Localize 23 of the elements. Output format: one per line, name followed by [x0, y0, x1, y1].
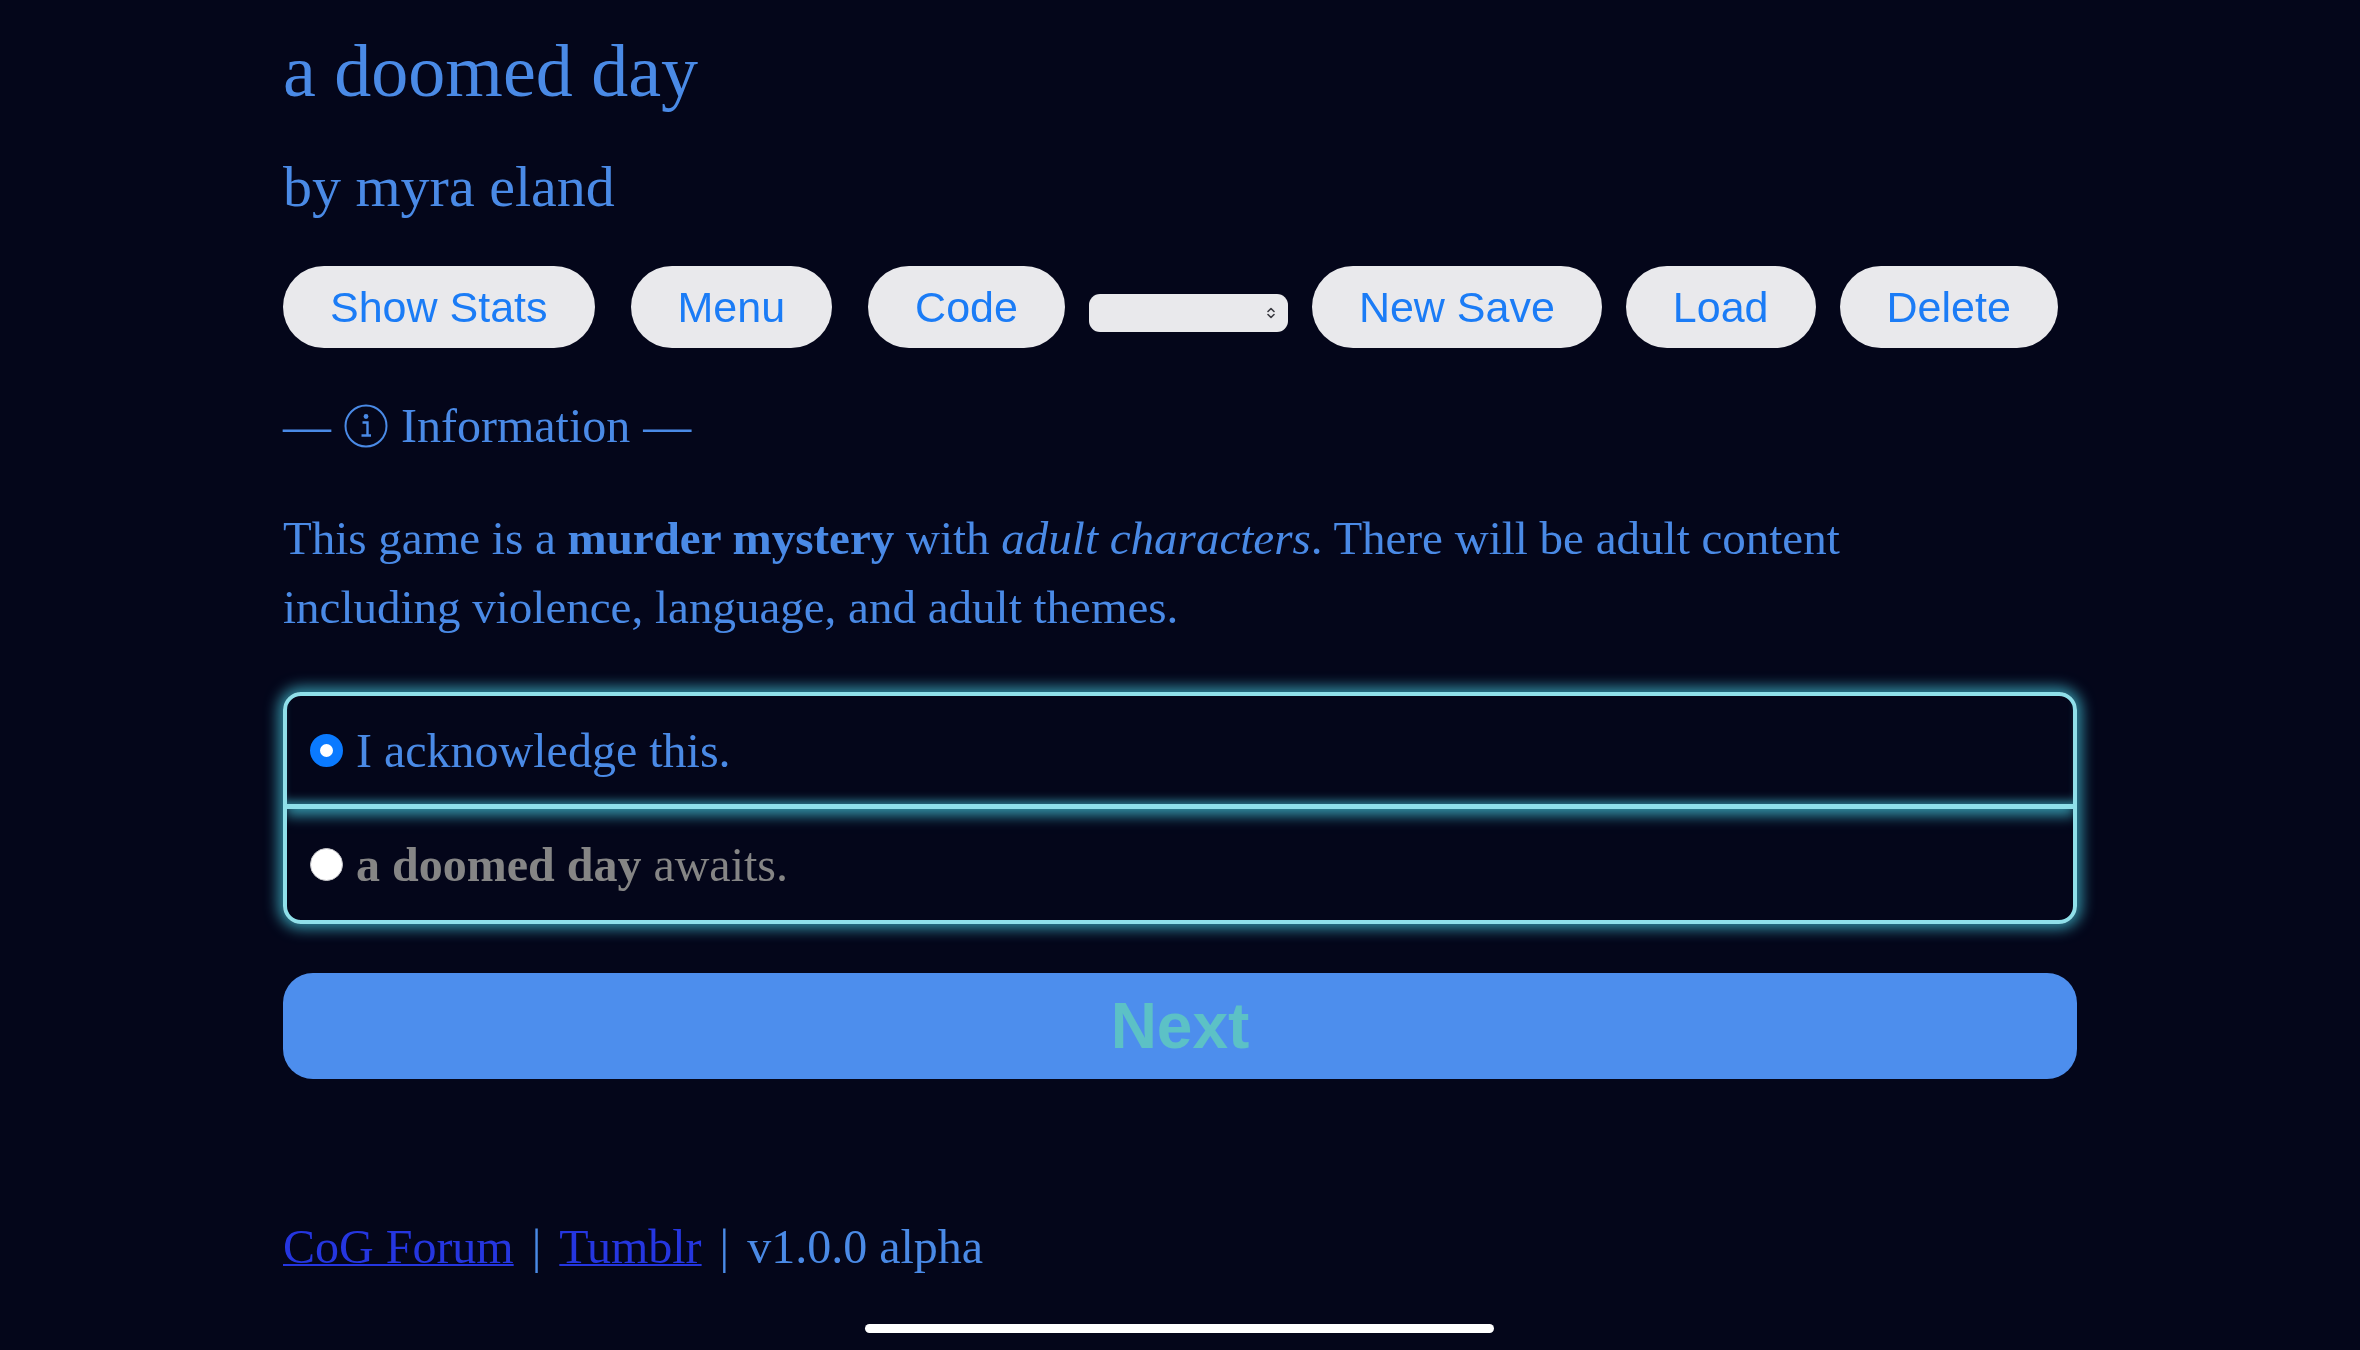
toolbar-button[interactable]: Menu	[630, 266, 833, 348]
choice-label: a doomed day awaits.	[356, 837, 788, 892]
toolbar-button[interactable]: Show Stats	[283, 266, 595, 348]
footer-link[interactable]: Tumblr	[559, 1217, 702, 1277]
pipe-separator: |	[719, 1219, 730, 1275]
section-heading: Information	[401, 398, 631, 454]
toolbar-button[interactable]: Delete	[1839, 266, 2058, 348]
toolbar-button[interactable]: Load	[1625, 266, 1816, 348]
info-icon	[344, 404, 388, 448]
radio-button[interactable]	[310, 733, 343, 767]
heading-dash: —	[283, 398, 331, 454]
save-dropdown[interactable]	[1088, 294, 1288, 332]
choice-label: I acknowledge this.	[356, 722, 731, 778]
author-byline: by myra eland	[283, 153, 615, 221]
game-title: a doomed day	[283, 29, 699, 114]
toolbar-button[interactable]: New Save	[1311, 266, 1602, 348]
toolbar-button[interactable]: Code	[868, 266, 1065, 348]
intro-paragraph: This game is a murder mystery with adult characters. There will be adult content including violence, language, and adult themes.	[283, 511, 1841, 635]
heading-dash: —	[643, 398, 692, 454]
version-label: v1.0.0 alpha	[747, 1219, 984, 1275]
pipe-separator: |	[531, 1219, 542, 1275]
chevron-icon	[1265, 305, 1276, 321]
footer-link[interactable]: CoG Forum	[283, 1217, 514, 1277]
